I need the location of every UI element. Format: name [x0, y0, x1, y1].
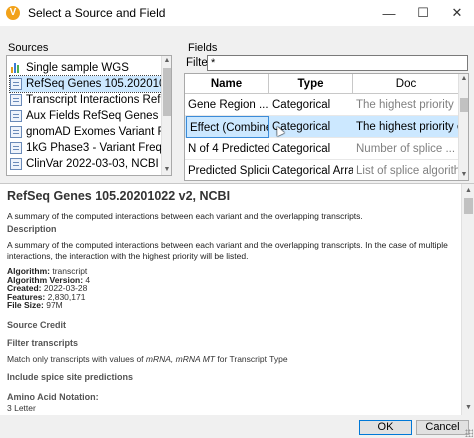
resize-grip-icon[interactable] [465, 429, 473, 437]
amino-acid-value: 3 Letter [7, 403, 36, 413]
scroll-up-icon[interactable]: ▲ [459, 74, 468, 84]
column-header-doc[interactable]: Doc [353, 74, 459, 94]
table-header: Name Type Doc [185, 74, 459, 94]
scroll-down-icon[interactable]: ▼ [162, 165, 171, 175]
window-title: Select a Source and Field [28, 6, 166, 20]
column-header-type[interactable]: Type [269, 74, 353, 94]
table-icon [10, 142, 22, 154]
title-bar: V Select a Source and Field — ☐ ✕ [0, 0, 474, 26]
source-item-label: ClinVar 2022-03-03, NCBI [26, 158, 159, 170]
field-doc: Number of splice ... [356, 143, 456, 155]
meta-file-size: File Size: 97M [7, 300, 63, 310]
fields-label: Fields [188, 42, 218, 54]
table-row[interactable]: N of 4 Predicted ... Categorical Number … [185, 138, 459, 160]
scroll-up-icon[interactable]: ▲ [162, 56, 171, 66]
filter-input[interactable] [207, 55, 468, 71]
table-icon [10, 158, 22, 170]
filter-transcripts-heading: Filter transcripts [7, 338, 79, 348]
field-name: Gene Region ... [188, 99, 269, 111]
app-logo-icon: V [6, 6, 20, 20]
table-icon [10, 126, 22, 138]
field-type: Categorical [272, 143, 331, 155]
source-item[interactable]: Aux Fields RefSeq Genes 105.202 [10, 108, 162, 124]
column-header-name[interactable]: Name [185, 74, 269, 94]
field-type: Categorical [272, 99, 331, 111]
field-name: N of 4 Predicted ... [188, 143, 269, 155]
scroll-thumb[interactable] [163, 68, 171, 116]
detail-pane: RefSeq Genes 105.20201022 v2, NCBI A sum… [0, 183, 474, 415]
table-row-selected[interactable]: Effect (Combined) Categorical The highes… [185, 116, 459, 138]
description-heading: Description [7, 224, 57, 234]
dialog-footer: OK Cancel [0, 415, 474, 438]
bar-chart-icon [10, 62, 22, 74]
scroll-down-icon[interactable]: ▼ [459, 170, 468, 180]
sources-label: Sources [8, 42, 49, 54]
maximize-icon[interactable]: ☐ [406, 0, 440, 26]
ok-button[interactable]: OK [359, 420, 412, 435]
source-item-label: Aux Fields RefSeq Genes 105.202 [26, 110, 162, 122]
source-item[interactable]: Single sample WGS [10, 60, 162, 76]
table-row[interactable]: Gene Region ... Categorical The highest … [185, 94, 459, 116]
field-type: Categorical Array [272, 165, 353, 177]
source-item-label: gnomAD Exomes Variant Frequen [26, 126, 162, 138]
fields-table[interactable]: Name Type Doc Gene Region ... Categorica… [184, 73, 469, 181]
source-item[interactable]: Transcript Interactions RefSeq Gene [10, 92, 162, 108]
detail-description: A summary of the computed interactions b… [7, 240, 448, 261]
source-item[interactable]: 1kG Phase3 - Variant Frequencies [10, 140, 162, 156]
detail-summary: A summary of the computed interactions b… [7, 211, 363, 221]
filter-transcripts-text: Match only transcripts with values of mR… [7, 354, 288, 364]
source-credit-heading: Source Credit [7, 320, 67, 330]
sources-scrollbar[interactable]: ▲ ▼ [161, 56, 171, 175]
source-item-label: Transcript Interactions RefSeq Gene [26, 94, 162, 106]
field-doc: The highest priority ... [356, 99, 459, 111]
table-icon [10, 110, 22, 122]
splice-heading: Include spice site predictions [7, 372, 134, 382]
source-item[interactable]: ClinVar 2022-03-03, NCBI [10, 156, 162, 172]
close-icon[interactable]: ✕ [440, 0, 474, 26]
detail-scrollbar[interactable]: ▲ ▼ [461, 184, 474, 415]
source-item-selected[interactable]: RefSeq Genes 105.20201022 v2, N [9, 75, 163, 93]
field-name: Effect (Combined) [186, 116, 269, 138]
minimize-icon[interactable]: — [372, 0, 406, 26]
field-doc: The highest priority of ... [356, 121, 459, 133]
source-item-label: 1kG Phase3 - Variant Frequencies [26, 142, 162, 154]
fields-scrollbar[interactable]: ▲ ▼ [458, 74, 468, 180]
scroll-thumb[interactable] [460, 98, 468, 112]
detail-title: RefSeq Genes 105.20201022 v2, NCBI [7, 189, 231, 203]
sources-list[interactable]: Single sample WGS RefSeq Genes 105.20201… [6, 55, 172, 176]
field-name: Predicted Splicing... [188, 165, 269, 177]
window-controls: — ☐ ✕ [372, 0, 474, 26]
source-item-label: RefSeq Genes 105.20201022 v2, N [26, 78, 162, 90]
scroll-up-icon[interactable]: ▲ [462, 186, 474, 196]
table-row[interactable]: Predicted Splicing... Categorical Array … [185, 160, 459, 180]
amino-acid-heading: Amino Acid Notation: [7, 392, 99, 402]
table-icon [10, 94, 22, 106]
table-icon [10, 78, 22, 90]
field-doc: List of splice algorithms... [356, 165, 459, 177]
cancel-button[interactable]: Cancel [416, 420, 469, 435]
source-item[interactable]: gnomAD Exomes Variant Frequen [10, 124, 162, 140]
scroll-down-icon[interactable]: ▼ [462, 403, 474, 413]
scroll-thumb[interactable] [464, 198, 473, 214]
source-item-label: Single sample WGS [26, 62, 129, 74]
